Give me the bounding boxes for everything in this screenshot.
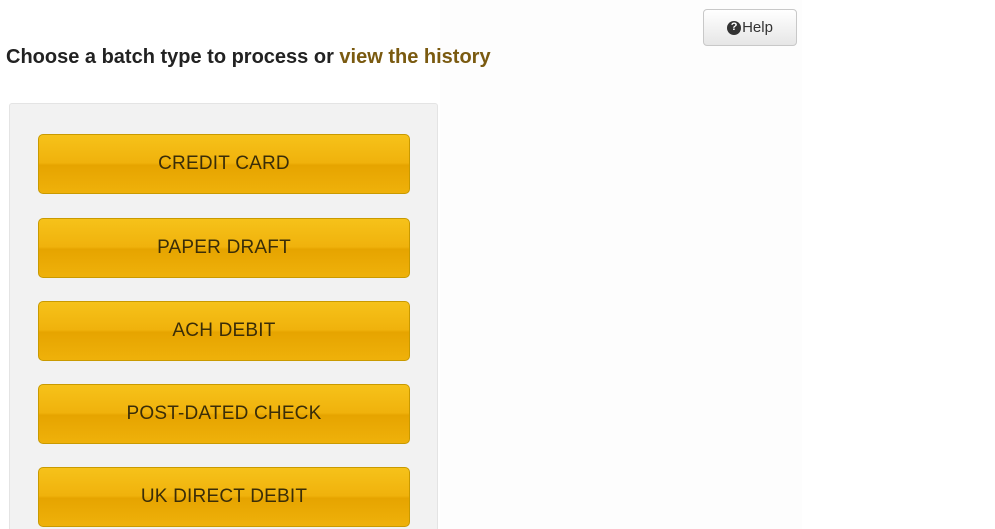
batch-processing-page: ? Help Choose a batch type to process or… (0, 0, 995, 529)
content-background (440, 0, 802, 529)
question-circle-icon: ? (727, 20, 742, 35)
credit-card-button[interactable]: CREDIT CARD (38, 134, 410, 194)
ach-debit-button[interactable]: ACH DEBIT (38, 301, 410, 361)
page-heading: Choose a batch type to process or view t… (6, 46, 491, 69)
help-button[interactable]: ? Help (703, 9, 797, 46)
paper-draft-button[interactable]: PAPER DRAFT (38, 218, 410, 278)
uk-direct-debit-button[interactable]: UK DIRECT DEBIT (38, 467, 410, 527)
help-button-label: Help (742, 19, 773, 36)
post-dated-check-button[interactable]: POST-DATED CHECK (38, 384, 410, 444)
heading-text: Choose a batch type to process or (6, 46, 340, 68)
batch-type-panel: CREDIT CARD PAPER DRAFT ACH DEBIT POST-D… (9, 103, 438, 529)
view-history-link[interactable]: view the history (339, 46, 490, 68)
